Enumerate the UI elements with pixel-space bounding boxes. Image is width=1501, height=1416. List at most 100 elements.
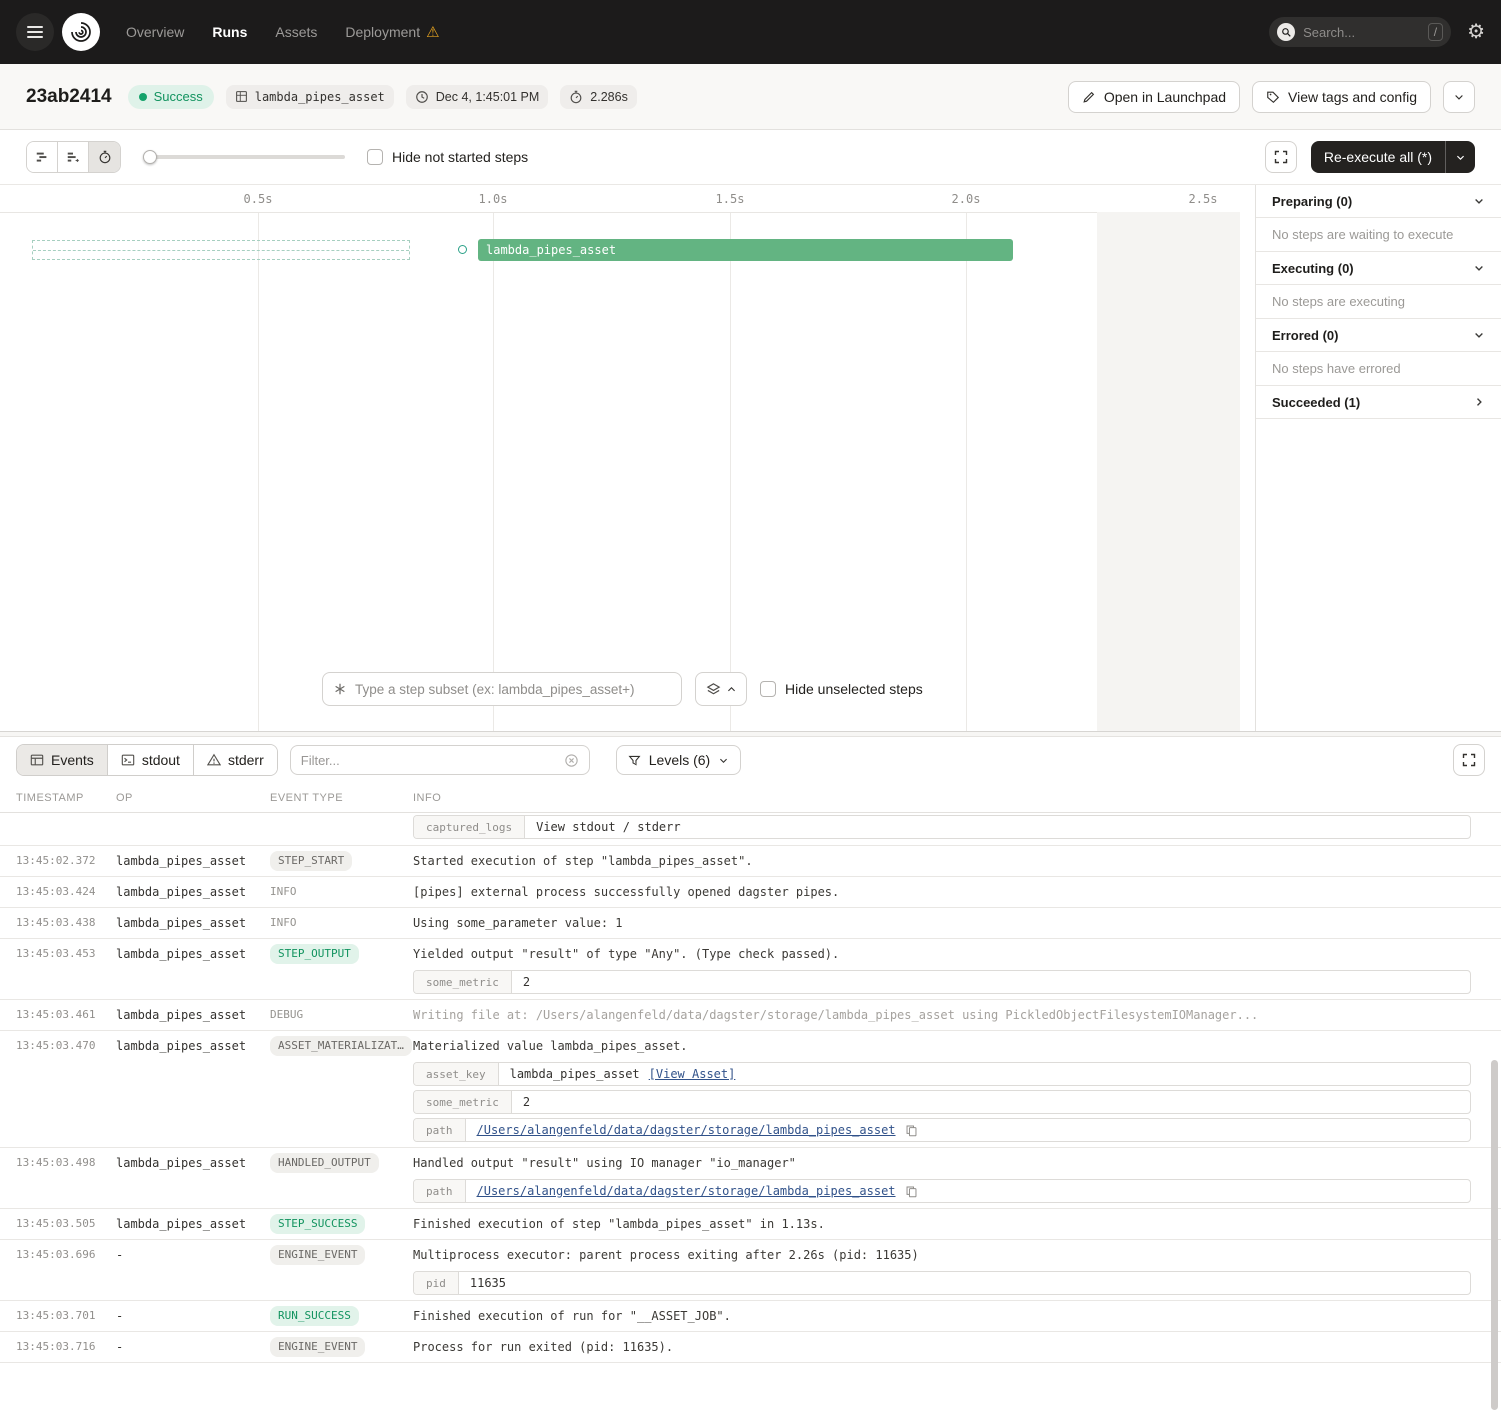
menu-button[interactable] (16, 13, 54, 51)
log-event-type: DEBUG (258, 1005, 400, 1025)
column-header: TIMESTAMP (0, 792, 104, 804)
metadata-value: 2 (512, 1091, 541, 1113)
log-op: lambda_pipes_asset (104, 882, 258, 902)
log-op: lambda_pipes_asset (104, 1005, 258, 1025)
nav-item-assets[interactable]: Assets (275, 24, 317, 40)
tab-stderr[interactable]: stderr (194, 745, 277, 775)
view-tags-config-button[interactable]: View tags and config (1252, 81, 1431, 113)
run-actions-dropdown[interactable] (1443, 81, 1475, 113)
sidebar-section-preparing[interactable]: Preparing (0) (1256, 185, 1501, 218)
log-toolbar: Events stdout stderr Levels (6) (0, 737, 1501, 783)
log-info-text: Handled output "result" using IO manager… (413, 1153, 1477, 1173)
step-subset-input[interactable] (355, 682, 671, 697)
log-timestamp: 13:45:02.372 (0, 851, 104, 871)
open-launchpad-button[interactable]: Open in Launchpad (1068, 81, 1240, 113)
log-info-text: Started execution of step "lambda_pipes_… (413, 851, 1477, 871)
nav-item-deployment[interactable]: Deployment⚠ (345, 24, 439, 40)
run-id: 23ab2414 (26, 86, 112, 108)
log-row: 13:45:03.498lambda_pipes_assetHANDLED_OU… (0, 1148, 1501, 1209)
metadata-key: asset_key (414, 1063, 499, 1085)
log-info-text: [pipes] external process successfully op… (413, 882, 1477, 902)
gantt-sidebar: Preparing (0)No steps are waiting to exe… (1255, 185, 1501, 731)
step-subset-box[interactable] (322, 672, 682, 706)
view-asset-link[interactable]: [View Asset] (649, 1067, 736, 1081)
log-op: lambda_pipes_asset (104, 1036, 258, 1142)
sidebar-section-errored[interactable]: Errored (0) (1256, 319, 1501, 352)
levels-label: Levels (6) (649, 752, 710, 768)
asset-chip[interactable]: lambda_pipes_asset (226, 85, 394, 109)
sidebar-section-body: No steps have errored (1256, 352, 1501, 386)
copy-icon[interactable] (905, 1185, 918, 1198)
log-filter-box[interactable] (290, 745, 590, 775)
zoom-slider-knob[interactable] (143, 150, 157, 164)
log-timestamp: 13:45:03.716 (0, 1337, 104, 1357)
sidebar-section-succeeded[interactable]: Succeeded (1) (1256, 386, 1501, 419)
path-link[interactable]: /Users/alangenfeld/data/dagster/storage/… (477, 1123, 896, 1137)
expand-gantt-button[interactable] (1265, 141, 1297, 173)
log-event-type (258, 815, 400, 839)
zoom-slider[interactable] (143, 150, 345, 164)
view-mode-flat-button[interactable] (58, 142, 89, 172)
step-marker-circle (458, 245, 467, 254)
expand-logs-button[interactable] (1453, 744, 1485, 776)
metadata-key: path (414, 1119, 466, 1141)
log-event-type: INFO (258, 882, 400, 902)
log-row: 13:45:03.716-ENGINE_EVENTProcess for run… (0, 1332, 1501, 1363)
hide-not-started-checkbox[interactable] (367, 149, 383, 165)
log-timestamp: 13:45:03.453 (0, 944, 104, 994)
graph-query-toggle-button[interactable] (695, 672, 747, 706)
nav-item-runs[interactable]: Runs (212, 24, 247, 40)
view-mode-timed-button[interactable] (89, 142, 120, 172)
search-input[interactable] (1303, 25, 1420, 40)
hide-not-started-label: Hide not started steps (392, 149, 528, 165)
log-filter-input[interactable] (301, 753, 556, 768)
metadata-value-text: 2 (523, 1095, 530, 1109)
logs-scrollbar[interactable] (1491, 1060, 1498, 1410)
log-info-text: Using some_parameter value: 1 (413, 913, 1477, 933)
gantt-step-bar[interactable]: lambda_pipes_asset (478, 239, 1013, 261)
tab-events[interactable]: Events (17, 745, 108, 775)
log-op: lambda_pipes_asset (104, 1153, 258, 1203)
clear-filter-icon[interactable] (564, 753, 579, 768)
log-info: Materialized value lambda_pipes_asset.as… (400, 1036, 1501, 1142)
log-rows: captured_logsView stdout / stderr13:45:0… (0, 813, 1501, 1363)
metadata-key: some_metric (414, 1091, 512, 1113)
copy-icon[interactable] (905, 1124, 918, 1137)
nav-item-overview[interactable]: Overview (126, 24, 184, 40)
gantt-tick-label: 0.5s (244, 192, 273, 206)
open-launchpad-label: Open in Launchpad (1104, 89, 1226, 105)
tab-label: stdout (142, 752, 180, 768)
warn-icon (207, 753, 221, 767)
dagster-logo[interactable] (62, 13, 100, 51)
gantt-tick-label: 2.0s (952, 192, 981, 206)
gantt-toolbar-right: Re-execute all (*) (1265, 141, 1475, 173)
path-link[interactable]: /Users/alangenfeld/data/dagster/storage/… (477, 1184, 896, 1198)
metadata-value: 2 (512, 971, 541, 993)
log-timestamp: 13:45:03.424 (0, 882, 104, 902)
fullscreen-icon (1461, 752, 1477, 768)
settings-gear-icon[interactable]: ⚙ (1467, 22, 1485, 42)
log-info-text: Writing file at: /Users/alangenfeld/data… (413, 1005, 1477, 1025)
search-box[interactable]: / (1269, 17, 1451, 47)
grid-icon (235, 90, 248, 103)
clock-icon (415, 90, 429, 104)
log-op: lambda_pipes_asset (104, 1214, 258, 1234)
sidebar-section-executing[interactable]: Executing (0) (1256, 252, 1501, 285)
log-op: - (104, 1337, 258, 1357)
status-label: Success (154, 89, 203, 104)
log-info-text: Finished execution of run for "__ASSET_J… (413, 1306, 1477, 1326)
reexecute-all-button[interactable]: Re-execute all (*) (1311, 141, 1445, 173)
run-header: 23ab2414 Success lambda_pipes_asset Dec … (0, 64, 1501, 130)
view-mode-waterfall-button[interactable] (27, 142, 58, 172)
levels-dropdown[interactable]: Levels (6) (616, 745, 741, 775)
event-type-tag: STEP_OUTPUT (270, 944, 359, 964)
reexecute-dropdown-button[interactable] (1445, 141, 1475, 173)
chevron-right-icon (1473, 396, 1485, 408)
tab-stdout[interactable]: stdout (108, 745, 194, 775)
log-table-header: TIMESTAMPOPEVENT TYPEINFO (0, 783, 1501, 813)
gantt-canvas: lambda_pipes_asset Hide unselected steps… (0, 185, 1255, 731)
hide-unselected-checkbox[interactable] (760, 681, 776, 697)
status-badge[interactable]: Success (128, 85, 214, 109)
chevron-down-icon (1473, 262, 1485, 274)
column-header: EVENT TYPE (258, 792, 400, 804)
